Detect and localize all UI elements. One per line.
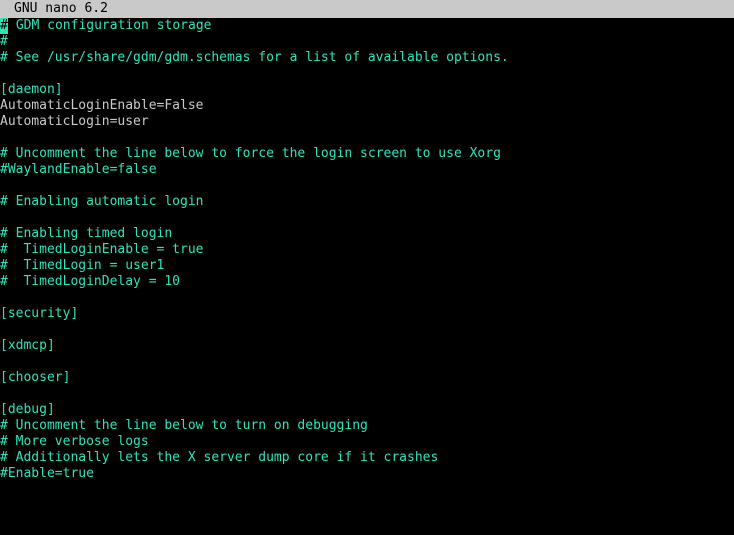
cursor: #: [0, 18, 8, 34]
line-text: # TimedLoginDelay = 10: [0, 274, 180, 289]
editor-line[interactable]: # Uncomment the line below to turn on de…: [0, 418, 734, 434]
editor-line[interactable]: [0, 290, 734, 306]
line-text: AutomaticLoginEnable=False: [0, 98, 204, 113]
editor-line[interactable]: [0, 354, 734, 370]
line-text: #WaylandEnable=false: [0, 162, 157, 177]
editor-line[interactable]: # See /usr/share/gdm/gdm.schemas for a l…: [0, 50, 734, 66]
editor-line[interactable]: [chooser]: [0, 370, 734, 386]
editor-line[interactable]: [0, 66, 734, 82]
line-text: # See /usr/share/gdm/gdm.schemas for a l…: [0, 50, 509, 65]
line-text: AutomaticLogin=user: [0, 114, 149, 129]
editor-line[interactable]: #WaylandEnable=false: [0, 162, 734, 178]
line-text: # TimedLogin = user1: [0, 258, 164, 273]
editor-line[interactable]: [0, 386, 734, 402]
line-text: # Enabling timed login: [0, 226, 172, 241]
editor-line[interactable]: [xdmcp]: [0, 338, 734, 354]
line-text: GDM configuration storage: [8, 18, 212, 33]
editor-line[interactable]: AutomaticLoginEnable=False: [0, 98, 734, 114]
editor-line[interactable]: #: [0, 34, 734, 50]
cursor-block: #: [0, 18, 8, 34]
editor-line[interactable]: # Enabling timed login: [0, 226, 734, 242]
editor-line[interactable]: AutomaticLogin=user: [0, 114, 734, 130]
line-text: [security]: [0, 306, 78, 321]
editor-line[interactable]: # Additionally lets the X server dump co…: [0, 450, 734, 466]
editor-line[interactable]: [0, 178, 734, 194]
line-text: #: [0, 34, 8, 49]
line-text: [xdmcp]: [0, 338, 55, 353]
line-text: # TimedLoginEnable = true: [0, 242, 204, 257]
editor-line[interactable]: [security]: [0, 306, 734, 322]
line-text: [daemon]: [0, 82, 63, 97]
editor-line[interactable]: [daemon]: [0, 82, 734, 98]
editor-line[interactable]: # More verbose logs: [0, 434, 734, 450]
app-name: GNU nano 6.2: [0, 1, 108, 16]
editor-line[interactable]: # TimedLogin = user1: [0, 258, 734, 274]
line-text: # Enabling automatic login: [0, 194, 204, 209]
line-text: # Additionally lets the X server dump co…: [0, 450, 438, 465]
editor-line[interactable]: [0, 130, 734, 146]
editor-line[interactable]: #Enable=true: [0, 466, 734, 482]
editor-line[interactable]: [0, 210, 734, 226]
line-text: # More verbose logs: [0, 434, 149, 449]
editor-line[interactable]: [debug]: [0, 402, 734, 418]
line-text: [debug]: [0, 402, 55, 417]
line-text: # Uncomment the line below to turn on de…: [0, 418, 368, 433]
title-bar: GNU nano 6.2: [0, 0, 734, 18]
line-text: [chooser]: [0, 370, 70, 385]
editor-line[interactable]: # TimedLoginEnable = true: [0, 242, 734, 258]
editor-line[interactable]: [0, 322, 734, 338]
editor-line[interactable]: # Enabling automatic login: [0, 194, 734, 210]
line-text: #Enable=true: [0, 466, 94, 481]
editor-line[interactable]: # TimedLoginDelay = 10: [0, 274, 734, 290]
line-text: # Uncomment the line below to force the …: [0, 146, 501, 161]
editor-line[interactable]: # GDM configuration storage: [0, 18, 734, 34]
editor-line[interactable]: # Uncomment the line below to force the …: [0, 146, 734, 162]
editor-area[interactable]: # GDM configuration storage## See /usr/s…: [0, 18, 734, 482]
